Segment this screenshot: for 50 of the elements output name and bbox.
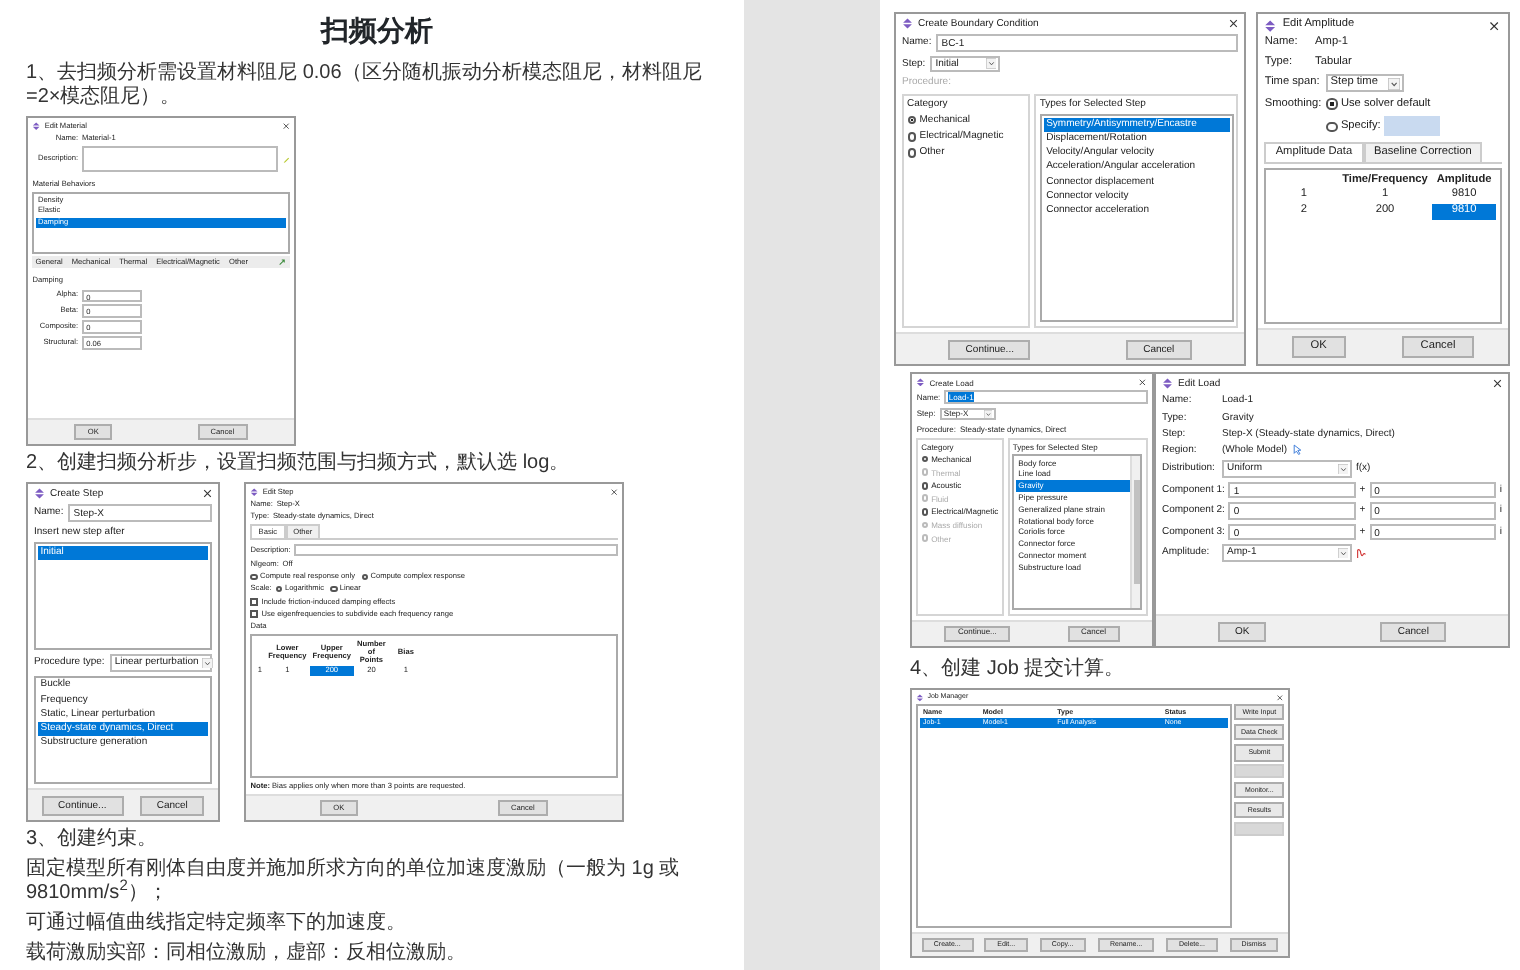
paragraph: 可通过幅值曲线指定特定频率下的加速度。 <box>26 912 408 936</box>
radio-button[interactable] <box>330 585 338 593</box>
radio-button[interactable] <box>1326 121 1338 132</box>
checkbox[interactable] <box>250 610 258 618</box>
caret-icon <box>1337 463 1348 475</box>
scrollbar[interactable] <box>1130 455 1141 609</box>
checkbox[interactable] <box>250 598 258 606</box>
input-field[interactable] <box>1384 115 1441 137</box>
input-field[interactable] <box>294 543 618 557</box>
paragraph: 载荷激励实部：同相位激励，虚部：反相位激励。 <box>26 942 468 966</box>
radio-button[interactable] <box>921 481 929 490</box>
document-title: 扫频分析 <box>321 16 433 50</box>
app-icon <box>1162 378 1173 390</box>
caret-icon <box>1337 547 1348 559</box>
radio-button[interactable] <box>907 115 917 125</box>
app-icon <box>250 487 259 496</box>
app-icon <box>32 121 41 130</box>
caret-icon <box>983 409 992 419</box>
close-icon[interactable] <box>1138 377 1148 387</box>
curve-icon[interactable] <box>1356 547 1367 559</box>
app-icon <box>916 377 926 387</box>
paragraph: 3、创建约束。 <box>26 828 160 852</box>
app-icon <box>34 488 45 500</box>
radio-button[interactable] <box>907 148 917 158</box>
app-icon <box>902 18 913 30</box>
paragraph: 4、创建 Job 提交计算。 <box>910 658 1127 682</box>
radio-button[interactable] <box>921 455 929 463</box>
radio-button[interactable] <box>250 573 258 581</box>
close-icon[interactable] <box>1488 19 1502 32</box>
paragraph: 1、去扫频分析需设置材料阻尼 0.06（区分随机振动分析模态阻尼，材料阻尼=2×模态阻尼）。 <box>26 62 704 110</box>
caret-icon <box>985 58 997 70</box>
close-icon[interactable] <box>1227 18 1238 30</box>
close-icon[interactable] <box>281 121 290 130</box>
cursor-icon[interactable] <box>1291 444 1303 456</box>
caret-icon <box>202 657 214 668</box>
caret-icon <box>1387 77 1400 90</box>
input-field[interactable] <box>81 146 278 173</box>
close-icon[interactable] <box>1276 693 1284 701</box>
paragraph: 固定模型所有刚体自由度并施加所求方向的单位加速度激励（一般为 1g 或 9810mm/s$^{2}$）； <box>26 858 682 906</box>
radio-button[interactable] <box>921 507 929 516</box>
radio-button[interactable] <box>907 131 917 141</box>
radio-button[interactable] <box>1326 98 1338 110</box>
app-icon <box>1264 19 1278 32</box>
close-icon[interactable] <box>1491 378 1502 390</box>
close-icon[interactable] <box>201 488 212 500</box>
paragraph: 2、创建扫频分析步，设置扫频范围与扫频方式，默认选 log。 <box>26 452 572 476</box>
close-icon[interactable] <box>609 487 618 496</box>
arrow-icon[interactable] <box>278 258 287 267</box>
radio-button[interactable] <box>275 585 283 593</box>
radio-button[interactable] <box>361 573 369 581</box>
